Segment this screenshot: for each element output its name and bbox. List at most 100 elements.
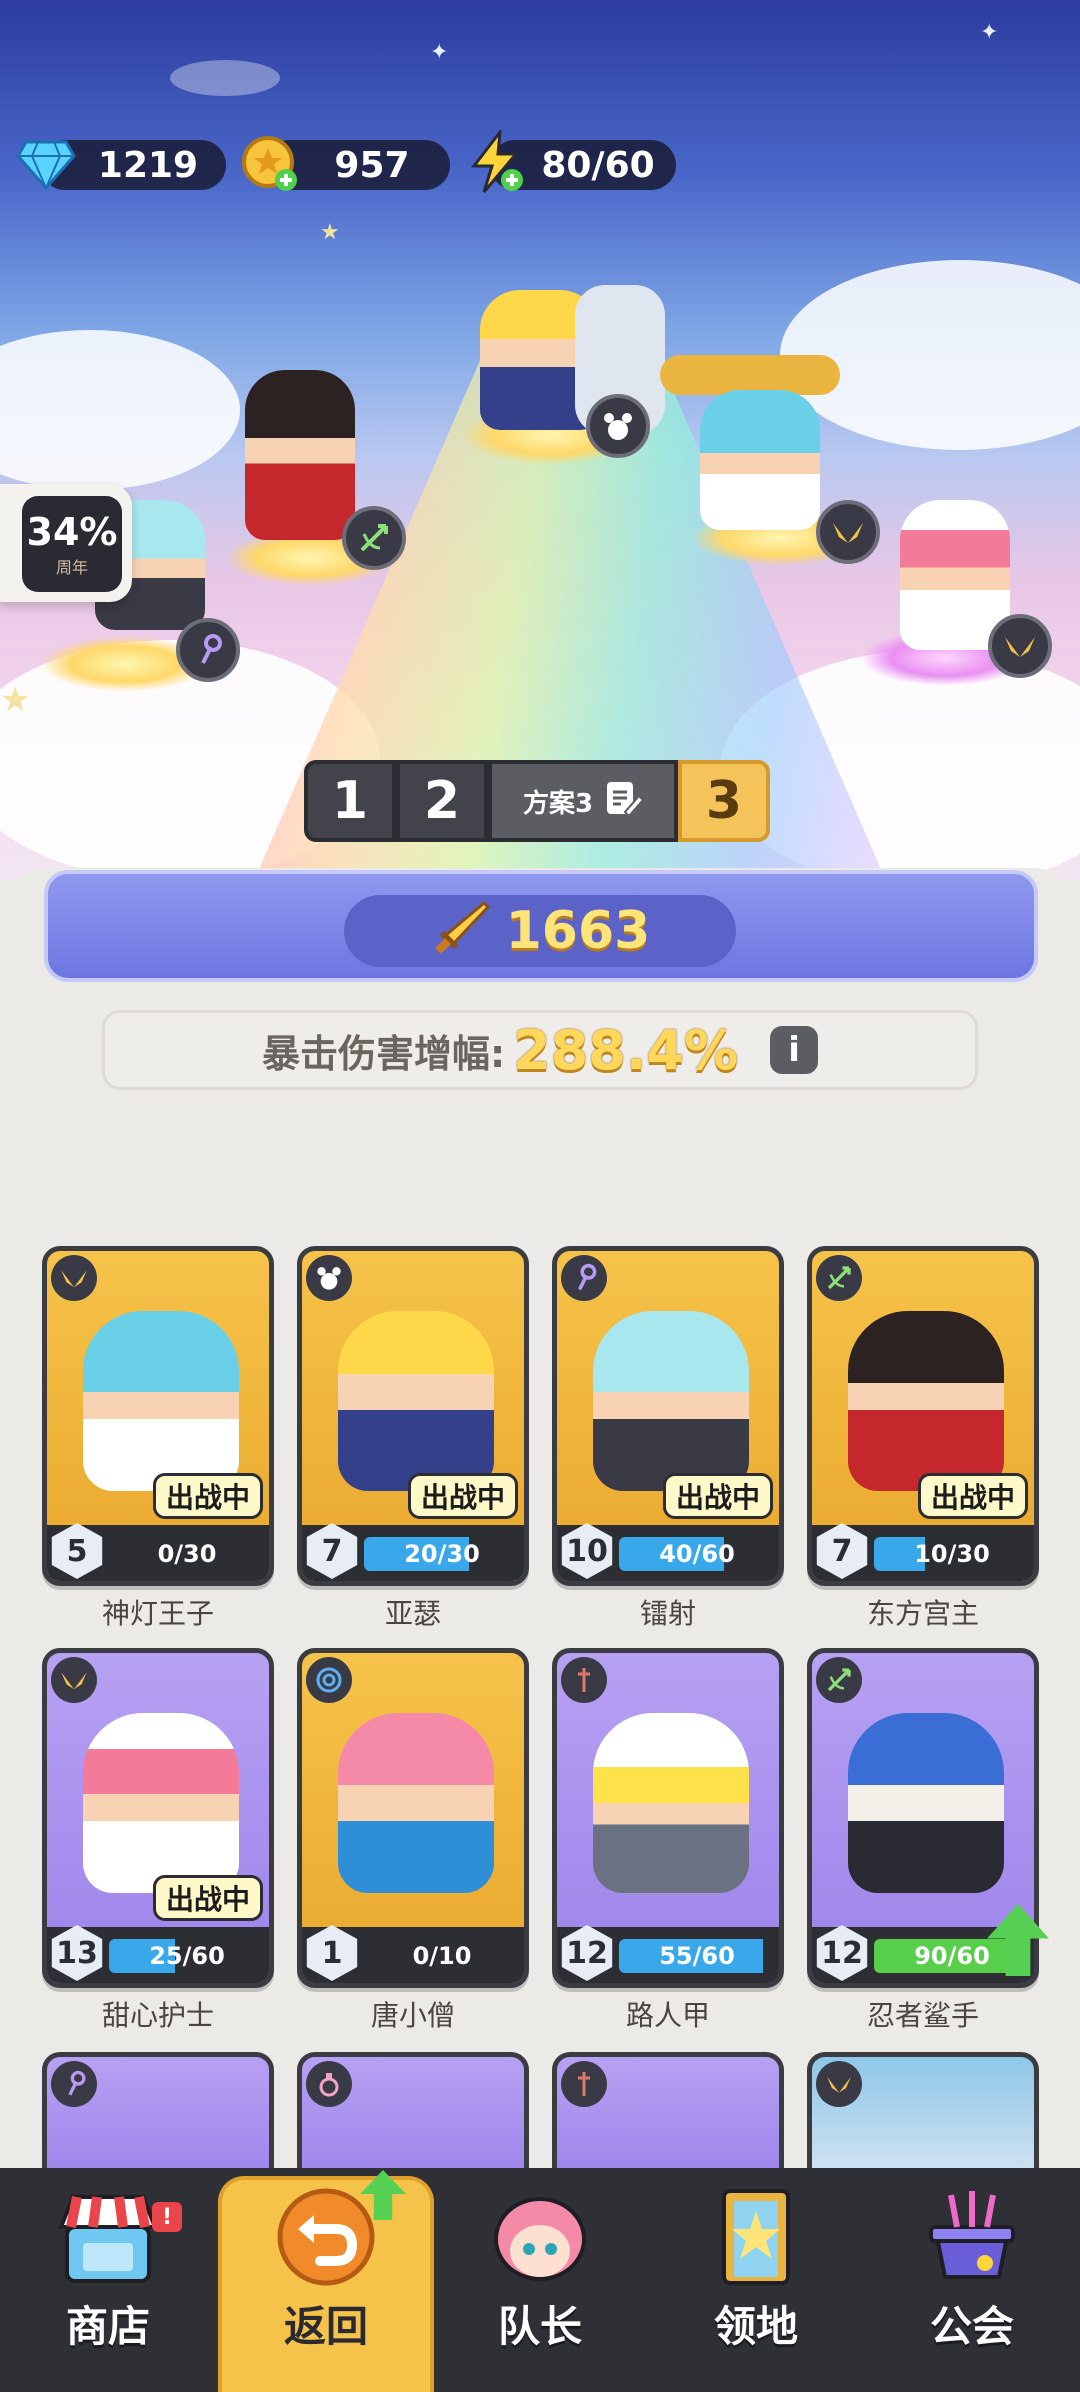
anniversary-label: 周年: [55, 558, 88, 577]
shard-progress-bar: 0/30: [109, 1537, 265, 1571]
shard-progress-bar: 25/60: [109, 1939, 265, 1973]
potion-icon: [306, 2061, 352, 2107]
energy-add-icon[interactable]: [464, 130, 528, 194]
hero-portrait: [83, 1311, 239, 1491]
hero-name: 镭射: [639, 1597, 696, 1630]
captain-icon: [485, 2187, 595, 2287]
deployed-tag: 出战中: [917, 1473, 1028, 1519]
sword-power-icon: [430, 899, 490, 963]
stat-label: 暴击伤害增幅:: [261, 1031, 506, 1076]
shard-progress-bar: 55/60: [619, 1939, 775, 1973]
hero-card[interactable]: 出战中 0/30 5: [42, 1246, 274, 1586]
shard-progress-text: 25/60: [149, 1942, 225, 1970]
hero-portrait: [593, 1713, 749, 1893]
hero-card[interactable]: 0/10 1: [297, 1648, 529, 1988]
deployed-tag: 出战中: [152, 1875, 263, 1921]
hero-portrait: [338, 1713, 494, 1893]
shard-progress-text: 0/30: [157, 1540, 217, 1568]
hero-eastern-palace-figure: [245, 370, 355, 540]
star-icon: ✦: [430, 40, 449, 65]
nav-territory[interactable]: 领地: [648, 2168, 864, 2392]
nav-label: 领地: [713, 2302, 798, 2351]
hero-name: 唐小僧: [370, 1999, 455, 2032]
notification-badge: !: [152, 2202, 182, 2232]
team-power: 1663: [344, 895, 736, 967]
bow-icon: [816, 1255, 862, 1301]
anniversary-event-widget[interactable]: 34% 周年: [0, 484, 132, 602]
formation-preset-bar: 1 2 方案3 3: [304, 760, 770, 842]
hero-card[interactable]: 出战中 10/30 7: [807, 1246, 1039, 1586]
gem-icon: [14, 132, 78, 196]
shop-icon: [53, 2187, 163, 2287]
nav-label: 商店: [65, 2302, 150, 2351]
hero-card[interactable]: 出战中 25/60 13: [42, 1648, 274, 1988]
hero-name: 亚瑟: [384, 1597, 441, 1630]
paw-icon: [306, 1255, 352, 1301]
battle-scene: ✦ ✦ ★ ★: [0, 0, 1080, 880]
preset-slot-3[interactable]: 3: [678, 760, 770, 842]
paw-icon: [586, 394, 650, 458]
staff-icon: [176, 618, 240, 682]
power-value: 1663: [505, 901, 651, 961]
deployed-tag: 出战中: [152, 1473, 263, 1519]
cloud: [170, 60, 280, 96]
spiral-icon: [306, 1657, 352, 1703]
hero-portrait: [848, 1713, 1004, 1893]
wings-icon: [51, 1657, 97, 1703]
wings-icon: [816, 2061, 862, 2107]
preset-slot-2[interactable]: 2: [396, 760, 488, 842]
bow-icon: [816, 1657, 862, 1703]
hero-card[interactable]: 55/60 12: [552, 1648, 784, 1988]
preset-slot-1[interactable]: 1: [304, 760, 396, 842]
hero-name: 甜心护士: [101, 1999, 214, 2032]
shard-progress-text: 20/30: [404, 1540, 480, 1568]
return-icon: [271, 2187, 381, 2287]
nav-label: 公会: [929, 2302, 1014, 2351]
info-icon[interactable]: i: [770, 1026, 819, 1074]
hero-name: 东方宫主: [866, 1597, 979, 1630]
shard-progress-text: 0/10: [412, 1942, 472, 1970]
nav-return[interactable]: 返回: [218, 2176, 434, 2392]
preset-name-edit[interactable]: 方案3: [488, 760, 678, 842]
hero-card[interactable]: 出战中 20/30 7: [297, 1246, 529, 1586]
hero-portrait: [338, 1311, 494, 1491]
nav-shop[interactable]: 商店: [0, 2168, 216, 2392]
wings-icon: [988, 614, 1052, 678]
gold-count: 957: [334, 144, 410, 186]
hero-name: 忍者鲨手: [866, 1999, 979, 2032]
shard-progress-bar: 0/10: [364, 1939, 520, 1973]
wings-icon: [51, 1255, 97, 1301]
hero-card[interactable]: 出战中 40/60 10: [552, 1246, 784, 1586]
nav-captain[interactable]: 队长: [432, 2168, 648, 2392]
shard-progress-text: 10/30: [914, 1540, 990, 1568]
star-icon: ★: [320, 220, 340, 245]
nav-label: 队长: [497, 2302, 582, 2351]
hero-portrait: [848, 1311, 1004, 1491]
gold-coin-add-icon[interactable]: [238, 132, 302, 196]
guild-icon: [917, 2187, 1027, 2287]
wings-icon: [816, 500, 880, 564]
hero-name: 神灯王子: [101, 1597, 214, 1630]
sword-icon: [561, 1657, 607, 1703]
cloud: [0, 330, 240, 490]
shard-progress-bar: 20/30: [364, 1537, 520, 1571]
deployed-tag: 出战中: [662, 1473, 773, 1519]
hero-portrait: [83, 1713, 239, 1893]
deployed-tag: 出战中: [407, 1473, 518, 1519]
territory-icon: [701, 2187, 811, 2287]
hero-name: 路人甲: [625, 1999, 710, 2032]
crit-damage-stat: 暴击伤害增幅: 288.4% i: [102, 1010, 978, 1090]
sword-icon: [561, 2061, 607, 2107]
stat-value: 288.4%: [513, 1018, 739, 1082]
hero-portrait: [593, 1311, 749, 1491]
shard-progress-text: 55/60: [659, 1942, 735, 1970]
nav-guild[interactable]: 公会: [864, 2168, 1080, 2392]
hero-lamp-prince-figure: [700, 390, 820, 530]
anniversary-progress: 34% 周年: [22, 496, 122, 592]
energy-count: 80/60: [541, 144, 655, 186]
edit-icon: [603, 778, 645, 825]
gem-count: 1219: [97, 144, 199, 186]
staff-icon: [51, 2061, 97, 2107]
star-icon: ✦: [980, 20, 999, 45]
bow-icon: [342, 506, 406, 570]
